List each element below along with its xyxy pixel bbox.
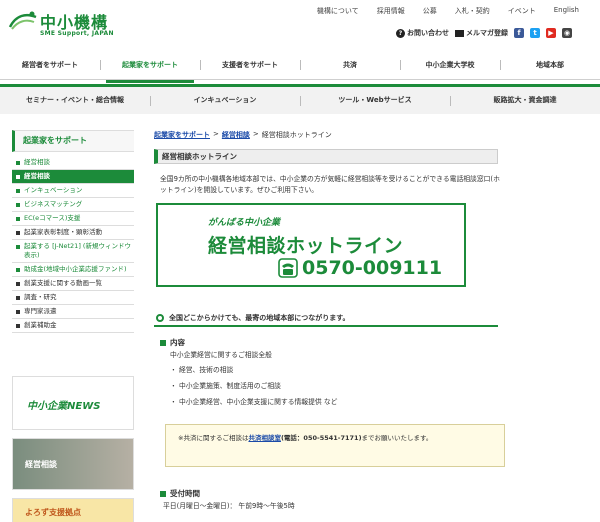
banner-yorozu[interactable]: よろず支援拠点 <box>12 498 134 522</box>
inquiry-link[interactable]: ? お問い合わせ <box>396 28 449 38</box>
hotline-number: 0570-009111 <box>302 257 443 279</box>
sidebar-item-subsidy[interactable]: 創業補助金 <box>12 319 134 333</box>
content-heading: 内容 <box>160 337 185 348</box>
sidebar-item-incubation[interactable]: インキュベーション <box>12 184 134 198</box>
sidebar-item-matching[interactable]: ビジネスマッチング <box>12 198 134 212</box>
top-link-recruit[interactable]: 採用情報 <box>368 6 414 16</box>
content-description: 中小企業経営に関するご相談全般 <box>170 351 272 359</box>
top-links: 機構について 採用情報 公募 入札・契約 イベント English <box>308 6 588 16</box>
sidebar-item-fund[interactable]: 助成金(地域中小企業応援ファンド) <box>12 263 134 277</box>
sidebar-item-videos[interactable]: 創業支援に関する動画一覧 <box>12 277 134 291</box>
nav-manager-support[interactable]: 経営者をサポート <box>0 54 100 79</box>
nav-institute[interactable]: 中小企業大学校 <box>400 54 500 79</box>
content-bullets: 経営、技術の相談 中小企業施策、制度活用のご相談 中小企業経営、中小企業支援に関… <box>170 362 338 410</box>
secnav-sales[interactable]: 販路拡大・資金調達 <box>450 87 600 114</box>
square-bullet-icon <box>160 490 166 497</box>
hotline-phone: 0570-009111 <box>278 257 442 279</box>
hours-heading: 受付時間 <box>160 488 200 499</box>
top-link-about[interactable]: 機構について <box>308 6 368 16</box>
hotline-sub: がんばる中小企業 <box>208 218 281 228</box>
square-bullet-icon <box>160 339 166 346</box>
sidebar-item-consult-selected[interactable]: 経営相談 <box>12 170 134 184</box>
nearest-office-note: 全国どこからかけても、最寄の地域本部につながります。 <box>154 311 498 327</box>
youtube-icon[interactable]: ▶ <box>546 28 556 38</box>
secnav-tools[interactable]: ツール・Webサービス <box>300 87 450 114</box>
list-item: 中小企業施策、制度活用のご相談 <box>170 378 337 394</box>
page-title: 経営相談ホットライン <box>154 149 498 164</box>
sidebar-item-award[interactable]: 起業家表彰制度・顕彰活動 <box>12 226 134 240</box>
mutual-aid-link[interactable]: 共済相談室 <box>248 434 281 442</box>
rss-icon[interactable]: ◉ <box>562 28 572 38</box>
site-header: 中小機構 SME Support, JAPAN 機構について 採用情報 公募 入… <box>0 0 600 50</box>
sidebar-item-research[interactable]: 調査・研究 <box>12 291 134 305</box>
logo-icon[interactable] <box>8 9 38 31</box>
sidebar-item-ec[interactable]: EC(eコマース)支援 <box>12 212 134 226</box>
utility-links: ? お問い合わせ メルマガ登録 f t ▶ ◉ <box>396 28 572 38</box>
mutual-aid-notice: ※共済に関するご相談は共済相談室(電話：050-5541-7171)までお願いい… <box>165 424 505 467</box>
breadcrumb-current: 経営相談ホットライン <box>261 131 332 139</box>
mail-icon <box>455 29 464 37</box>
banner-consult[interactable]: 経営相談 <box>12 438 134 490</box>
logo-subtitle: SME Support, JAPAN <box>40 30 114 37</box>
nav-entrepreneur-support[interactable]: 起業家をサポート <box>100 54 200 83</box>
question-icon: ? <box>396 28 405 38</box>
secnav-seminar[interactable]: セミナー・イベント・総合情報 <box>0 87 150 114</box>
breadcrumb-entrepreneur[interactable]: 起業家をサポート <box>154 130 210 140</box>
nav-regional[interactable]: 地域本部 <box>500 54 600 79</box>
top-link-event[interactable]: イベント <box>499 6 545 16</box>
nav-mutual-aid[interactable]: 共済 <box>300 54 400 79</box>
hotline-title: 経営相談ホットライン <box>208 235 404 257</box>
circle-icon <box>156 314 164 322</box>
sidebar-item-consult[interactable]: 経営相談 <box>12 156 134 170</box>
secnav-incubation[interactable]: インキュベーション <box>150 87 300 114</box>
hotline-banner: がんばる中小企業 経営相談ホットライン 0570-009111 <box>156 203 466 287</box>
mailmag-link[interactable]: メルマガ登録 <box>455 28 508 38</box>
hours-text: 平日(月曜日～金曜日)： 午前9時～午後5時 <box>163 502 295 510</box>
sidebar-item-jnet21[interactable]: 起業する [J-Net21] (新規ウィンドウ表示) <box>12 240 134 263</box>
list-item: 中小企業経営、中小企業支援に関する情報提供 など <box>170 394 338 410</box>
top-link-english[interactable]: English <box>545 6 588 16</box>
telephone-icon <box>278 258 298 278</box>
top-link-public[interactable]: 公募 <box>414 6 446 16</box>
nav-supporter-support[interactable]: 支援者をサポート <box>200 54 300 79</box>
banner-sme-news[interactable]: 中小企業NEWS <box>12 376 134 430</box>
top-link-bid[interactable]: 入札・契約 <box>446 6 499 16</box>
twitter-icon[interactable]: t <box>530 28 540 38</box>
secondary-nav: セミナー・イベント・総合情報 インキュベーション ツール・Webサービス 販路拡… <box>0 84 600 114</box>
sidebar-list: 経営相談 経営相談 インキュベーション ビジネスマッチング EC(eコマース)支… <box>12 156 134 333</box>
sidebar-title[interactable]: 起業家をサポート <box>12 130 134 152</box>
breadcrumb-consult[interactable]: 経営相談 <box>222 130 250 140</box>
main-nav: 経営者をサポート 起業家をサポート 支援者をサポート 共済 中小企業大学校 地域… <box>0 54 600 83</box>
breadcrumb: 起業家をサポート > 経営相談 > 経営相談ホットライン <box>154 130 332 140</box>
list-item: 経営、技術の相談 <box>170 362 337 378</box>
intro-text: 全国9カ所の中小機構各地域本部では、中小企業の方が気軽に経営相談等を受けることが… <box>160 175 500 194</box>
sidebar-item-expert[interactable]: 専門家派遣 <box>12 305 134 319</box>
facebook-icon[interactable]: f <box>514 28 524 38</box>
